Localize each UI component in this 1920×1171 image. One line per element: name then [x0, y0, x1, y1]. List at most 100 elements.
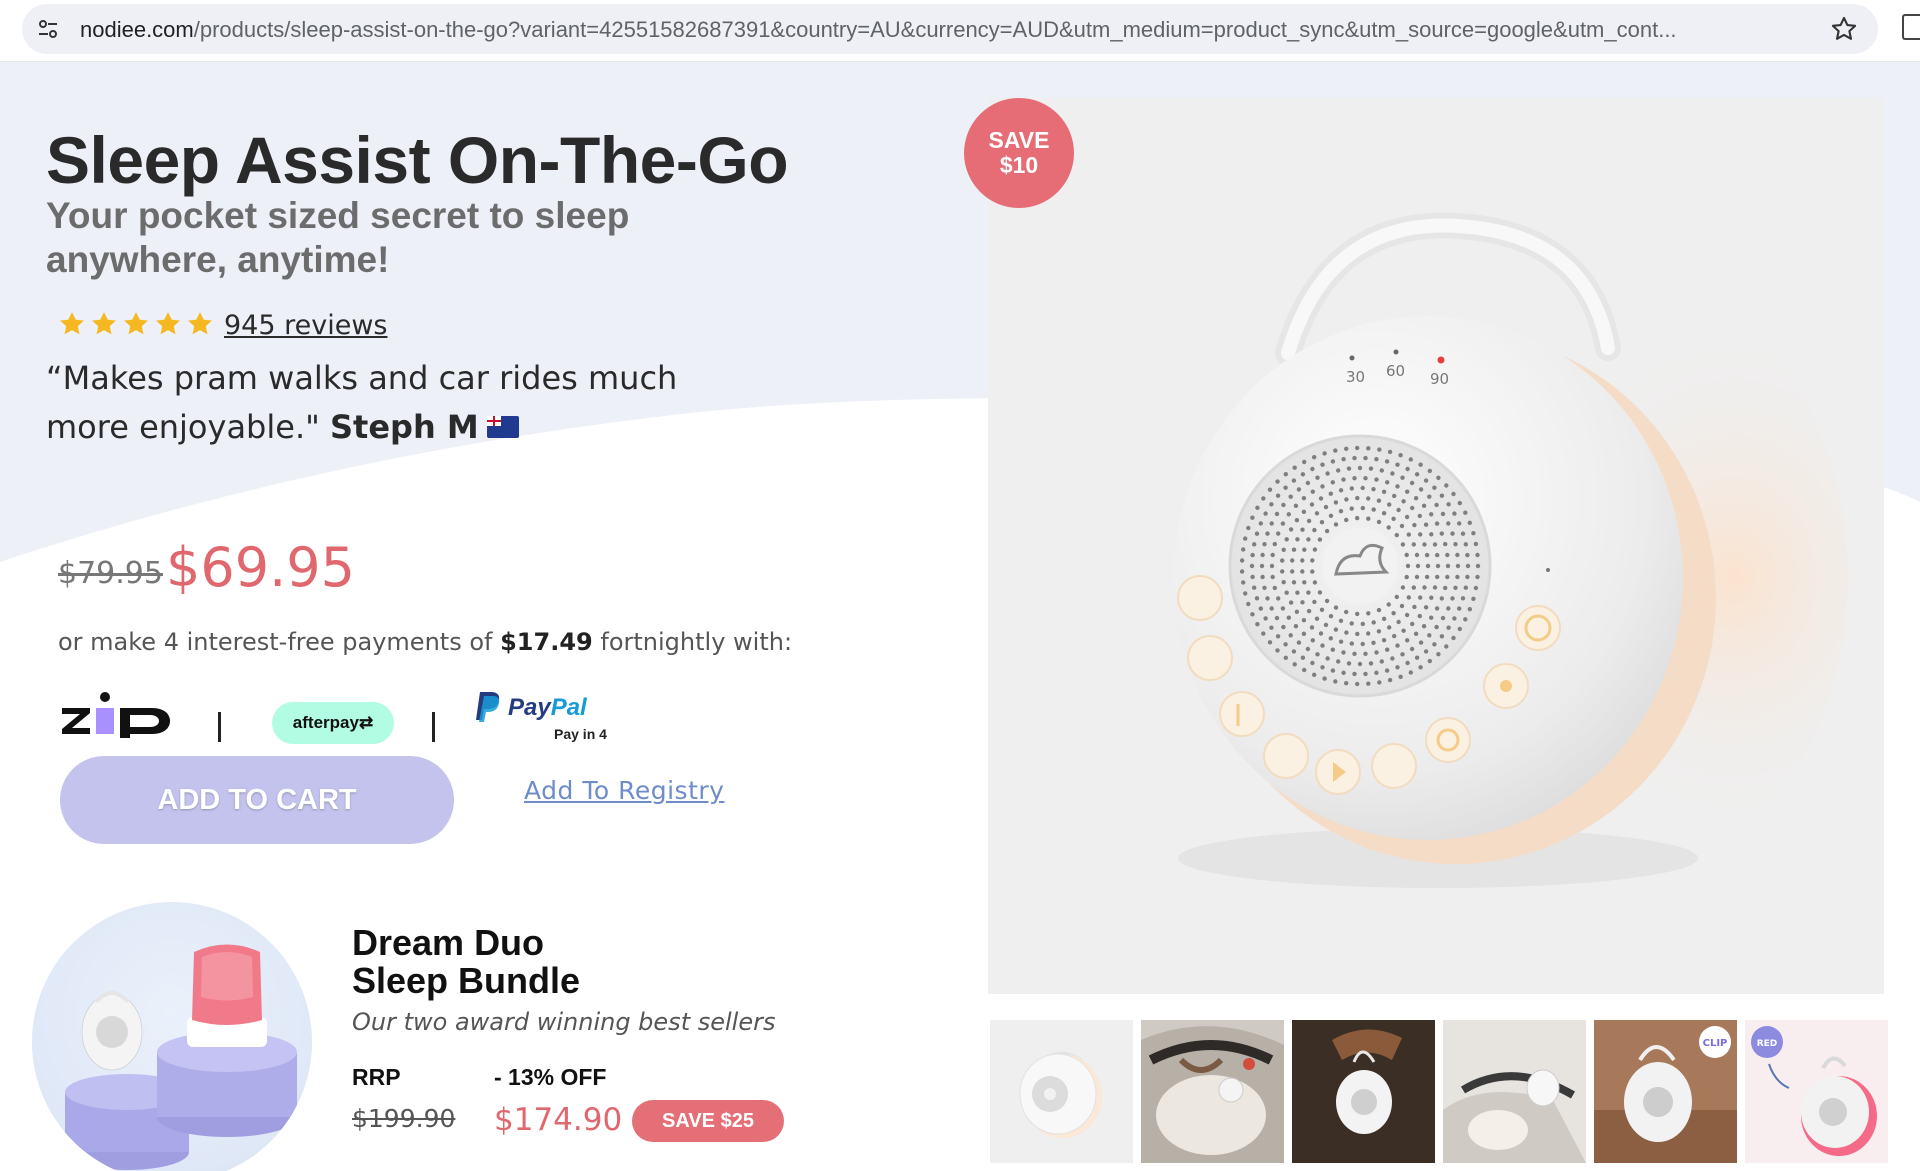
zip-logo[interactable]	[60, 690, 182, 738]
grill-hole	[1250, 574, 1255, 580]
grill-hole	[1352, 651, 1357, 656]
grill-hole	[1333, 605, 1339, 610]
grill-hole	[1265, 596, 1270, 601]
grill-hole	[1283, 472, 1288, 477]
grill-hole	[1440, 511, 1446, 517]
grill-hole	[1401, 628, 1406, 633]
add-to-registry-link[interactable]: Add To Registry	[524, 776, 724, 805]
bundle-title-line2: Sleep Bundle	[352, 960, 581, 1001]
clip-badge-text: CLIP	[1703, 1038, 1728, 1049]
grill-hole	[1387, 449, 1393, 455]
grill-hole	[1288, 527, 1294, 532]
grill-hole	[1276, 531, 1281, 536]
grill-hole	[1414, 655, 1420, 660]
grill-hole	[1381, 638, 1387, 643]
grill-hole	[1360, 621, 1365, 627]
grill-hole	[1371, 640, 1376, 645]
afterpay-logo[interactable]: afterpay⇄	[272, 702, 394, 744]
grill-hole	[1301, 631, 1307, 636]
grill-hole	[1323, 504, 1329, 510]
grill-hole	[1300, 600, 1305, 605]
grill-hole	[1471, 596, 1476, 601]
grill-hole	[1281, 624, 1286, 630]
grill-hole	[1366, 631, 1371, 636]
grill-hole	[1328, 513, 1334, 518]
site-settings-icon[interactable]	[36, 17, 60, 41]
grill-hole	[1338, 618, 1344, 623]
bundle-title[interactable]: Dream Duo Sleep Bundle	[352, 924, 580, 1000]
grill-hole	[1262, 585, 1267, 590]
installments-prefix: or make 4 interest-free payments of	[58, 628, 493, 656]
reviews-link[interactable]: 945 reviews	[224, 310, 387, 341]
grill-hole	[1281, 502, 1286, 508]
grill-hole	[1301, 496, 1307, 501]
url-text[interactable]: nodiee.com/products/sleep-assist-on-the-…	[80, 17, 1820, 43]
grill-hole	[1427, 494, 1432, 499]
grill-hole	[1269, 606, 1274, 611]
grill-hole	[1475, 552, 1480, 558]
product-main-image[interactable]: 30 60 90	[988, 98, 1884, 994]
thumbnail-4[interactable]	[1443, 1020, 1586, 1163]
grill-hole	[1385, 480, 1390, 485]
grill-hole	[1429, 512, 1434, 517]
grill-hole	[1366, 611, 1371, 616]
grill-hole	[1384, 668, 1390, 673]
grill-hole	[1260, 552, 1265, 558]
add-to-cart-button[interactable]: ADD TO CART	[60, 756, 454, 844]
bundle-save-badge: SAVE $25	[632, 1100, 784, 1142]
paypal-logo[interactable]: PayPal Pay in 4	[474, 688, 634, 748]
grill-hole	[1371, 487, 1376, 492]
paypal-wordmark: PayPal	[508, 694, 587, 722]
save-badge-line1: SAVE	[988, 127, 1050, 153]
grill-hole	[1467, 607, 1472, 612]
grill-hole	[1280, 569, 1285, 574]
bundle-image[interactable]	[32, 902, 312, 1171]
bookmark-star-icon[interactable]	[1830, 15, 1858, 43]
thumbnail-5[interactable]: CLIP	[1594, 1020, 1737, 1163]
grill-hole	[1254, 531, 1260, 536]
grill-hole	[1296, 487, 1302, 492]
grill-hole	[1314, 616, 1320, 621]
grill-hole	[1379, 468, 1384, 473]
thumbnail-1[interactable]	[990, 1020, 1133, 1163]
extension-icon[interactable]	[1902, 14, 1920, 40]
thumbnail-2[interactable]	[1141, 1020, 1284, 1163]
grill-hole	[1399, 523, 1405, 529]
grill-hole	[1434, 606, 1440, 611]
grill-hole	[1404, 612, 1410, 618]
grill-hole	[1280, 521, 1286, 526]
url-field[interactable]: nodiee.com/products/sleep-assist-on-the-…	[22, 4, 1878, 54]
grill-hole	[1344, 517, 1349, 523]
grill-hole	[1439, 531, 1444, 536]
grill-hole	[1317, 590, 1323, 595]
grill-hole	[1427, 658, 1432, 664]
grill-hole	[1254, 596, 1260, 601]
thumbnail-6[interactable]: RED	[1745, 1020, 1888, 1163]
grill-hole	[1400, 585, 1406, 590]
grill-hole	[1381, 511, 1387, 516]
grill-hole	[1465, 552, 1470, 558]
grill-hole	[1360, 505, 1365, 511]
grill-hole	[1404, 574, 1409, 580]
grill-hole	[1357, 465, 1363, 471]
grill-hole	[1446, 521, 1451, 526]
grill-hole	[1250, 552, 1255, 558]
grill-hole	[1414, 574, 1420, 580]
grill-hole	[1450, 596, 1455, 601]
grill-hole	[1457, 521, 1462, 526]
grill-hole	[1265, 531, 1270, 536]
grill-hole	[1284, 590, 1289, 595]
grill-hole	[1435, 552, 1440, 558]
grill-hole	[1344, 446, 1349, 451]
grill-hole	[1349, 621, 1354, 626]
grill-hole	[1312, 547, 1318, 552]
grill-hole	[1355, 611, 1360, 617]
grill-hole	[1275, 479, 1280, 484]
grill-hole	[1432, 585, 1438, 590]
timer-label-90: 90	[1430, 370, 1449, 388]
thumbnail-3[interactable]	[1292, 1020, 1435, 1163]
grill-hole	[1374, 650, 1379, 655]
grill-hole	[1310, 660, 1315, 666]
grill-hole	[1243, 536, 1248, 541]
bundle-title-line1: Dream Duo	[352, 922, 545, 963]
